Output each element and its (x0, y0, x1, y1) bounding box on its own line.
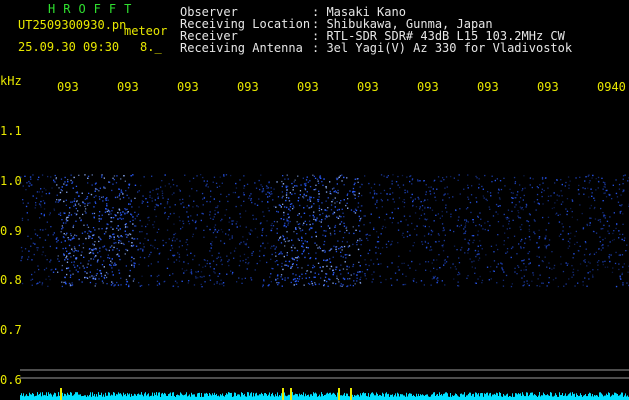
y-tick-label: 0.9 (0, 224, 22, 238)
app-title: HROFFT (48, 2, 140, 16)
signal-noise-band (20, 174, 629, 288)
x-tick-label: 093 (417, 80, 439, 94)
x-tick-label: 093 (297, 80, 319, 94)
baseline-trace (20, 388, 629, 400)
spectrogram (20, 174, 629, 400)
antenna-value: : 3el Yagi(V) Az 330 for Vladivostok (312, 41, 573, 55)
y-tick-label: 1.1 (0, 124, 22, 138)
datetime: 25.09.30 09:30 (18, 40, 120, 54)
file-name: UT2509300930.pn (18, 18, 127, 32)
x-tick-label: 093 (357, 80, 379, 94)
x-tick-label: 093 (117, 80, 139, 94)
x-tick-label: 093 (477, 80, 499, 94)
y-tick-label: 0.6 (0, 373, 22, 387)
antenna-label: Receiving Antenna (180, 41, 303, 55)
x-tick-label: 0940 (597, 80, 626, 94)
y-axis-unit: kHz (0, 74, 22, 88)
meteor-label: meteor (124, 24, 168, 38)
y-tick-label: 0.7 (0, 323, 22, 337)
y-tick-label: 1.0 (0, 174, 22, 188)
x-tick-label: 093 (537, 80, 559, 94)
x-tick-label: 093 (237, 80, 259, 94)
y-tick-label: 0.8 (0, 273, 22, 287)
x-tick-label: 093 (177, 80, 199, 94)
count-value: 8._ (140, 40, 162, 54)
x-tick-label: 093 (57, 80, 79, 94)
